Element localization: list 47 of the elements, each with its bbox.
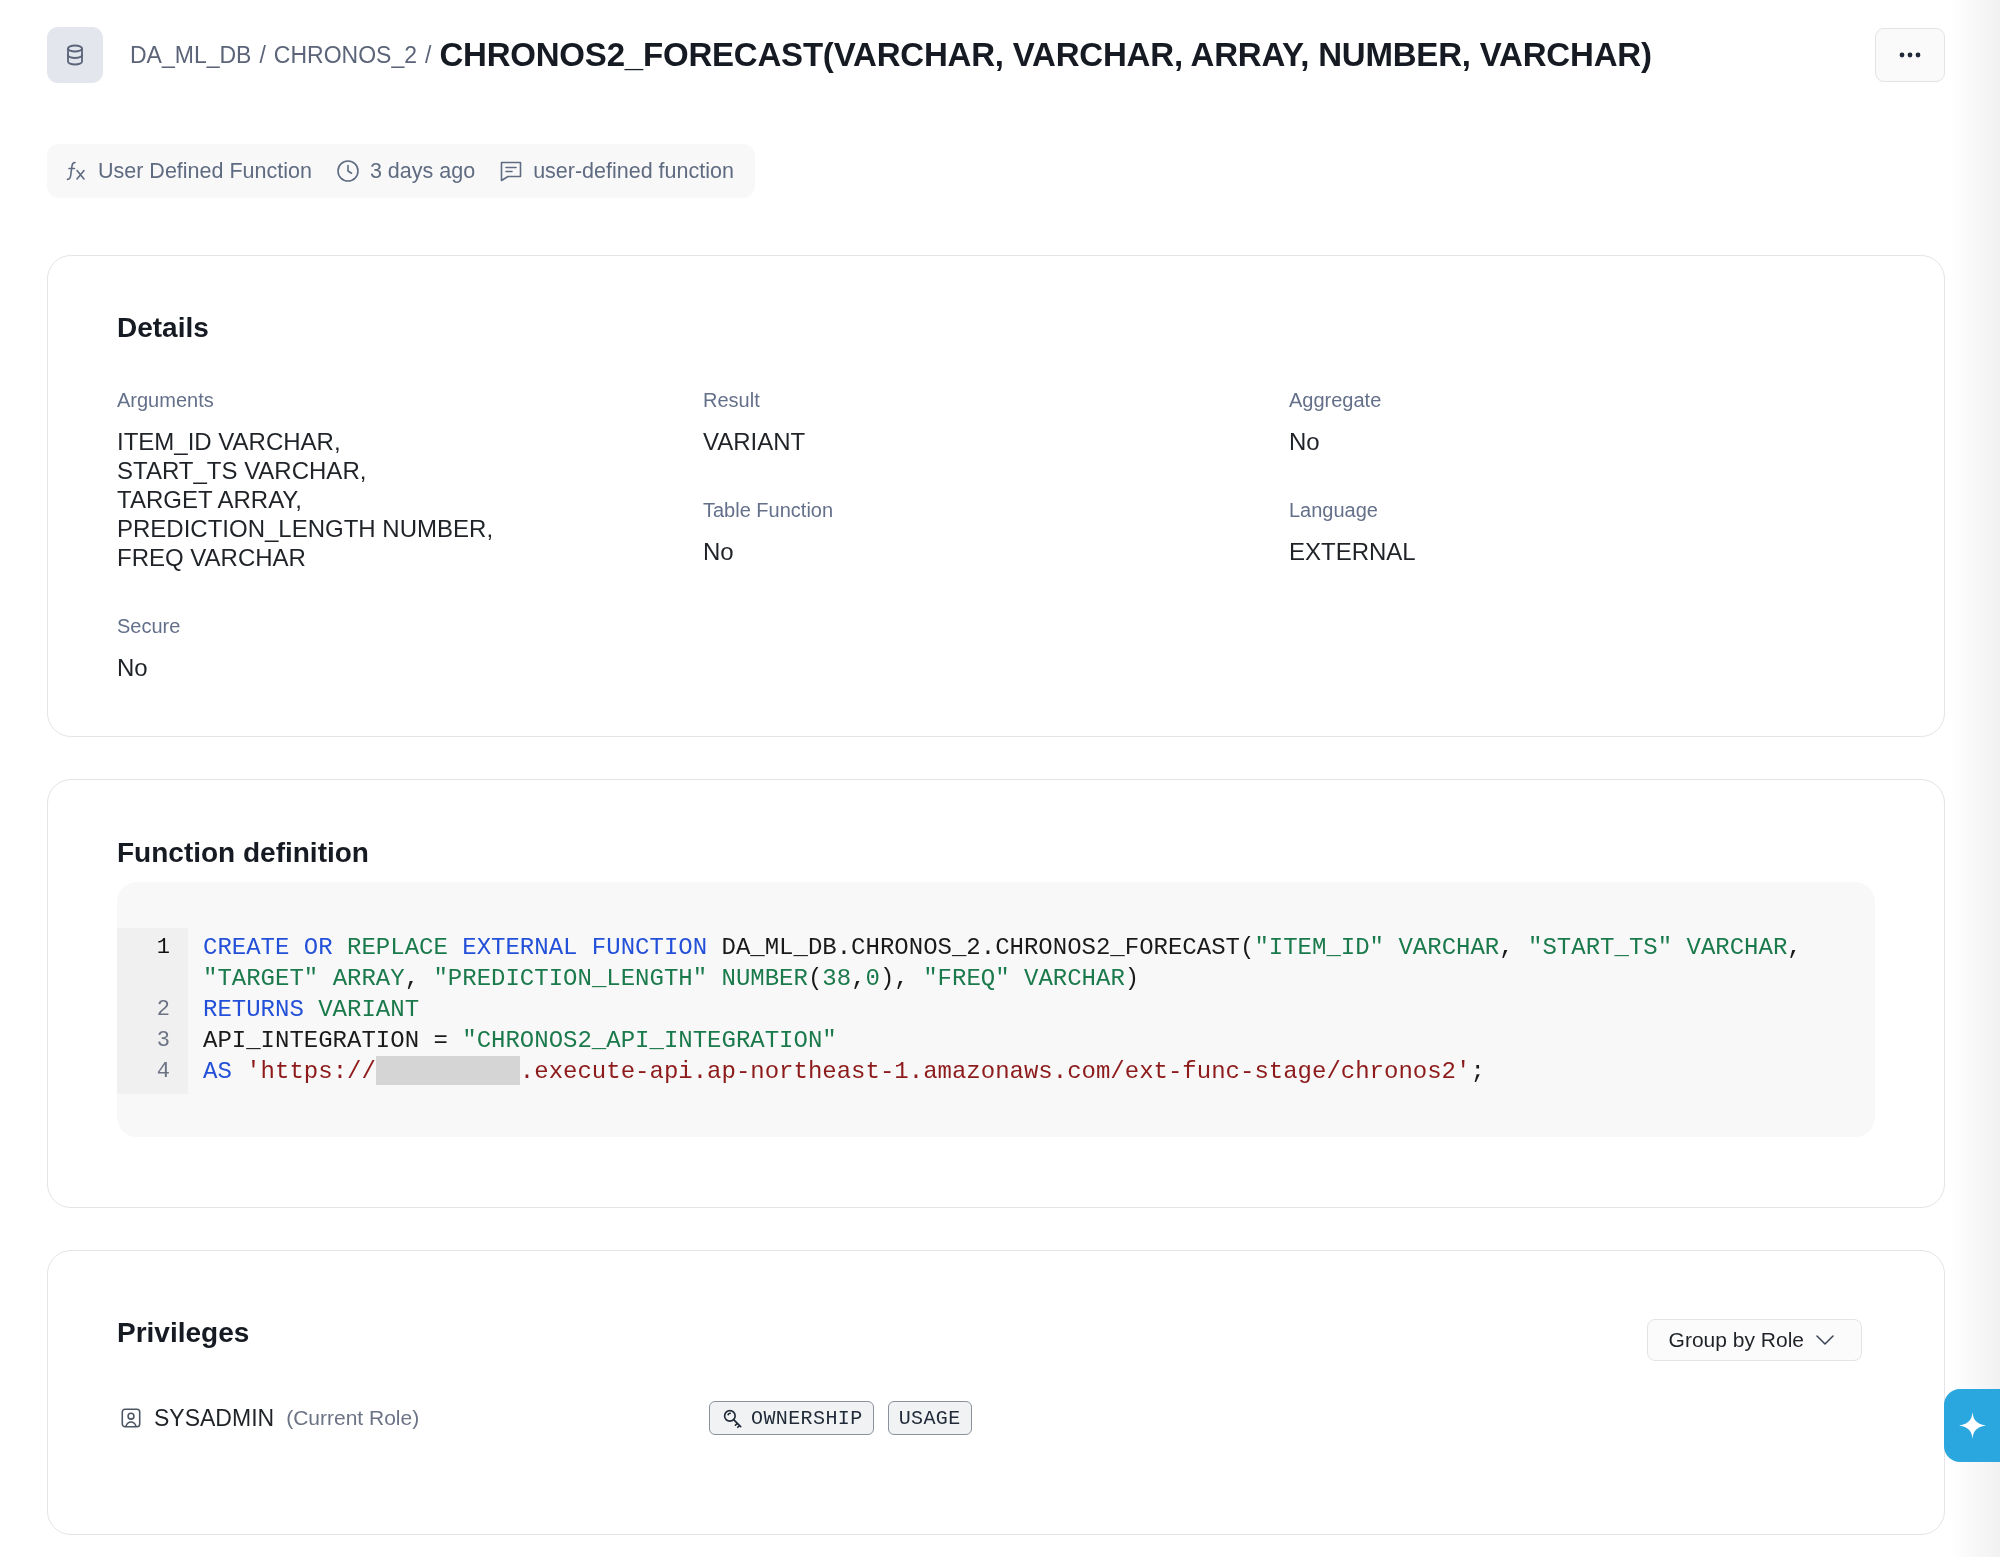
line-number: 3 xyxy=(155,1027,171,1055)
line-number: 2 xyxy=(155,996,171,1024)
key-icon xyxy=(722,1407,743,1429)
comment-text: user-defined function xyxy=(533,158,734,184)
function-icon xyxy=(64,159,88,183)
comment-icon xyxy=(499,159,524,183)
timestamp-text: 3 days ago xyxy=(369,158,476,184)
sparkle-icon xyxy=(1959,1412,1986,1439)
privilege-name: USAGE xyxy=(898,1406,961,1430)
field-value: No xyxy=(703,537,734,566)
code-text: RETURNS VARIANT xyxy=(203,996,420,1023)
ellipsis-icon xyxy=(1899,52,1921,58)
field-value: ITEM_ID VARCHAR, START_TS VARCHAR, TARGET ARRAY, PREDICTION_LENGTH NUMBER, FREQ VARCHAR xyxy=(117,427,494,572)
role-name: SYSADMIN xyxy=(154,1404,275,1432)
field-label: Arguments xyxy=(117,388,214,412)
field-label: Secure xyxy=(117,614,181,638)
object-type-text: User Defined Function xyxy=(98,158,312,184)
breadcrumb-link[interactable]: CHRONOS_2 xyxy=(273,41,417,69)
group-by-dropdown[interactable]: Group by Role xyxy=(1646,1319,1862,1361)
code-text: AS 'https:// xyxy=(203,1058,376,1085)
section-title: Function definition xyxy=(117,837,370,869)
line-number: 4 xyxy=(155,1058,171,1086)
clock-icon xyxy=(335,159,360,183)
field-label: Aggregate xyxy=(1289,388,1382,412)
field-value: No xyxy=(1289,427,1320,456)
code-text: API_INTEGRATION = "CHRONOS2_API_INTEGRATION" xyxy=(203,1027,837,1054)
role-note: (Current Role) xyxy=(286,1406,420,1430)
line-number: 1 xyxy=(155,934,171,962)
field-value: VARIANT xyxy=(703,427,806,456)
breadcrumb-separator: / xyxy=(425,41,432,69)
privilege-name: OWNERSHIP xyxy=(751,1406,863,1430)
field-value: No xyxy=(117,653,148,682)
page-title: CHRONOS2_FORECAST(VARCHAR, VARCHAR, ARRAY, NUMBER, VARCHAR) xyxy=(439,36,1652,74)
field-value: EXTERNAL xyxy=(1289,537,1416,566)
breadcrumb-separator: / xyxy=(259,41,266,69)
breadcrumb-link[interactable]: DA_ML_DB xyxy=(130,41,252,69)
section-title: Privileges xyxy=(117,1317,250,1349)
person-icon xyxy=(120,1407,142,1429)
code-text: .execute-api.ap-northeast-1.amazonaws.com/ext-func-stage/chronos2'; xyxy=(519,1058,1485,1085)
field-label: Table Function xyxy=(703,498,834,522)
sparkle-button[interactable] xyxy=(1944,1389,2000,1462)
field-label: Result xyxy=(703,388,760,412)
section-title: Details xyxy=(117,312,210,344)
field-label: Language xyxy=(1289,498,1378,522)
code-text: CREATE OR REPLACE EXTERNAL FUNCTION DA_ML_DB.CHRONOS_2.CHRONOS2_FORECAST("ITEM_ID" VARCHAR, "START_TS" VARCHAR, "TARGET" ARRAY, "PREDICTION_LENGTH" NUMBER(38,0), "FREQ" VARCHAR) xyxy=(203,934,1803,992)
chevron-down-icon xyxy=(1816,1335,1834,1345)
database-icon xyxy=(47,27,103,83)
